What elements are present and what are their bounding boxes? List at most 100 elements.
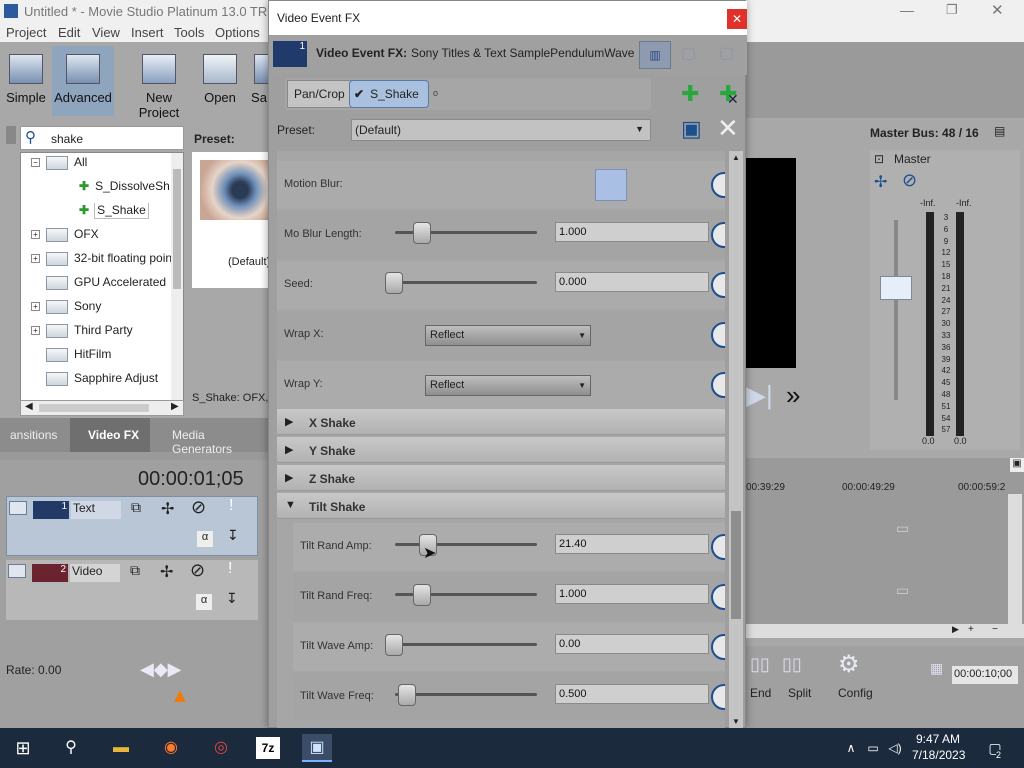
search-input[interactable]: shake [51, 132, 83, 146]
minimize-icon[interactable]: — [900, 2, 914, 18]
mo-blur-length-value[interactable]: 1.000 [555, 222, 709, 242]
timecode-field[interactable]: 00:00:10;00 [952, 666, 1018, 684]
menu-options[interactable]: Options [215, 25, 260, 40]
chain-s-shake[interactable]: ✔ S_Shake [349, 80, 429, 108]
tilt-rand-freq-slider[interactable] [395, 584, 537, 606]
tilt-wave-freq-value[interactable]: 0.500 [555, 684, 709, 704]
new-project-button[interactable]: New Project [124, 48, 194, 120]
search-box[interactable]: ⚲ shake [20, 126, 184, 150]
simple-button[interactable]: Simple [4, 48, 48, 105]
slider-thumb[interactable] [413, 584, 431, 606]
firefox-icon[interactable]: ◉ [156, 734, 186, 762]
compositing-icon[interactable]: α [196, 594, 212, 610]
mo-blur-length-slider[interactable] [395, 222, 537, 244]
tab-transitions[interactable]: ansitions [10, 428, 57, 442]
keyframe-button[interactable] [711, 322, 725, 348]
search-icon[interactable]: ⚲ [56, 734, 86, 762]
keyframe-button[interactable] [711, 684, 725, 710]
sevenzip-icon[interactable]: 7z [256, 737, 280, 759]
tree-item-sony[interactable]: + Sony [31, 299, 181, 321]
remove-x-icon[interactable]: ✕ [727, 91, 739, 108]
split-icon[interactable]: ▯▯ [782, 654, 802, 675]
solo-icon[interactable]: ! [229, 497, 233, 515]
scroll-right-icon[interactable]: ▶ [171, 401, 179, 412]
motion-blur-checkbox[interactable] [595, 169, 627, 201]
keyframe-button[interactable] [711, 222, 725, 248]
fast-forward-icon[interactable]: » [786, 380, 800, 411]
clock-time[interactable]: 9:47 AM [916, 732, 960, 746]
track-name[interactable]: Text [71, 501, 121, 519]
preset-dropdown[interactable]: (Default) ▼ [351, 119, 651, 141]
save-button[interactable]: Sa [250, 48, 268, 105]
fx-icon[interactable]: ✢ [874, 172, 887, 192]
wrap-x-dropdown[interactable]: Reflect [425, 325, 591, 346]
notification-icon[interactable]: ▢ [980, 734, 1010, 762]
motion-icon[interactable]: ⧉ [131, 499, 141, 516]
chain-view-icon[interactable]: ▥ [639, 41, 671, 69]
tree-item-ofx[interactable]: + OFX [31, 227, 181, 249]
ruler-menu-icon[interactable]: ▣ [1010, 458, 1024, 472]
delete-preset-icon[interactable]: ✕ [717, 113, 739, 144]
end-icon[interactable]: ▯▯ [750, 654, 770, 675]
file-explorer-icon[interactable]: ▬ [106, 734, 136, 762]
master-properties-icon[interactable]: ▤ [994, 124, 1005, 138]
restore-icon[interactable]: ❐ [946, 2, 958, 18]
gear-icon[interactable]: ⚙ [838, 650, 860, 679]
mute-icon[interactable]: ⊘ [190, 560, 205, 581]
keyframe-button[interactable] [711, 172, 725, 198]
tilt-rand-amp-slider[interactable] [395, 534, 537, 556]
track-name[interactable]: Video [70, 564, 120, 582]
slider-thumb[interactable] [398, 684, 416, 706]
tilt-wave-freq-slider[interactable] [395, 684, 537, 706]
motion-icon[interactable]: ⧉ [130, 562, 140, 579]
tab-video-fx[interactable]: Video FX [70, 418, 150, 452]
solo-icon[interactable]: ! [228, 560, 232, 578]
add-fx-icon[interactable]: ✚ [681, 81, 699, 107]
menu-view[interactable]: View [92, 25, 120, 40]
tilt-wave-amp-value[interactable]: 0.00 [555, 634, 709, 654]
keyframe-button[interactable] [711, 584, 725, 610]
scroll-down-icon[interactable]: ▼ [732, 717, 740, 726]
keyframe-button[interactable] [711, 272, 725, 298]
scroll-up-icon[interactable]: ▲ [732, 153, 740, 162]
mute-icon[interactable]: ⊘ [191, 497, 206, 518]
slider-thumb[interactable] [385, 634, 403, 656]
slider-thumb[interactable] [385, 272, 403, 294]
track-arrow-icon[interactable]: ↧ [226, 590, 238, 607]
play-end-icon[interactable]: ▶| [746, 380, 773, 411]
loop-region-icon[interactable]: ▦ [930, 660, 943, 677]
section-x-shake[interactable]: ▶ X Shake [277, 409, 725, 435]
keyframe-button[interactable] [711, 372, 725, 398]
keyframe-button[interactable] [711, 534, 725, 560]
windows-start-icon[interactable]: ⊞ [8, 734, 38, 762]
tree-vscroll[interactable] [171, 153, 183, 401]
zoom-in-icon[interactable]: + [968, 624, 974, 635]
wrap-y-dropdown[interactable]: Reflect [425, 375, 591, 396]
master-fader-thumb[interactable] [880, 276, 912, 300]
menu-insert[interactable]: Insert [131, 25, 164, 40]
tilt-wave-amp-slider[interactable] [385, 634, 537, 656]
seed-value[interactable]: 0.000 [555, 272, 709, 292]
fx-icon[interactable]: ✢ [161, 499, 174, 519]
timeline-hscroll[interactable]: ▶ + − [746, 624, 1024, 638]
section-y-shake[interactable]: ▶ Y Shake [277, 437, 725, 463]
plugin-chooser-icon[interactable]: ▢ [719, 43, 734, 63]
menu-edit[interactable]: Edit [58, 25, 80, 40]
compositing-icon[interactable]: α [197, 531, 213, 547]
split-button[interactable]: Split [788, 686, 811, 700]
shuttle-icon[interactable]: ◀◆▶ [140, 659, 182, 680]
open-button[interactable]: Open [200, 48, 240, 105]
section-z-shake[interactable]: ▶ Z Shake [277, 465, 725, 491]
track-video[interactable]: 2 Video ⧉ ✢ ⊘ ! α ↧ [6, 560, 258, 620]
checkmark-icon[interactable]: ✔ [354, 87, 364, 101]
menu-tools[interactable]: Tools [174, 25, 204, 40]
tilt-rand-freq-value[interactable]: 1.000 [555, 584, 709, 604]
seed-slider[interactable] [385, 272, 537, 294]
scroll-left-icon[interactable]: ◀ [25, 401, 33, 412]
save-preset-icon[interactable]: ▣ [681, 116, 702, 142]
section-tilt-shake[interactable]: ▼ Tilt Shake [277, 493, 725, 519]
tab-media-generators[interactable]: Media Generators [172, 428, 268, 456]
zoom-out-icon[interactable]: − [992, 624, 998, 635]
properties-vscroll[interactable]: ▲ ▼ [729, 151, 743, 729]
mute-icon[interactable]: ⊘ [902, 170, 917, 191]
